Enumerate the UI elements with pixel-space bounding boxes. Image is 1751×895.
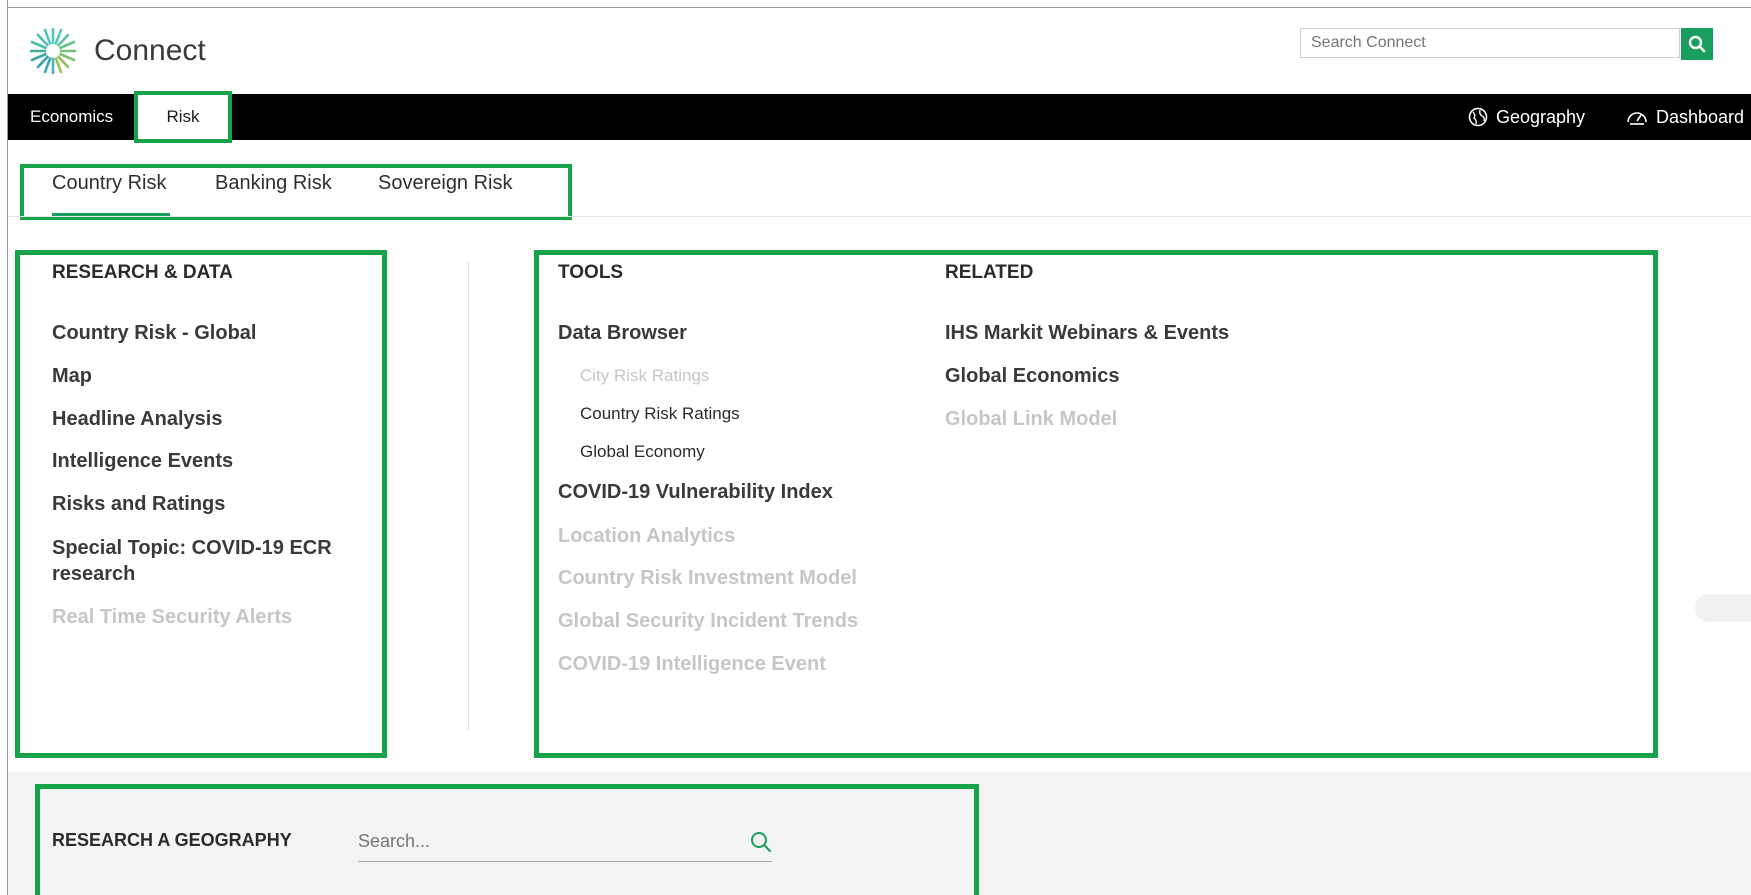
brand-title[interactable]: Connect [94,34,206,68]
link-country-risk-ratings[interactable]: Country Risk Ratings [580,404,740,424]
link-country-risk-investment-model: Country Risk Investment Model [558,567,857,589]
link-covid-intelligence-event: COVID-19 Intelligence Event [558,653,826,675]
link-city-risk-ratings: City Risk Ratings [580,366,710,385]
search-icon [1688,35,1706,53]
globe-icon [1468,107,1488,127]
nav-geography-label: Geography [1496,107,1586,127]
tab-country-risk[interactable]: Country Risk [52,172,166,195]
link-global-security-incident-trends: Global Security Incident Trends [558,610,859,632]
link-ihs-markit-webinars[interactable]: IHS Markit Webinars & Events [945,322,1229,345]
link-global-link-model: Global Link Model [945,408,1118,430]
link-special-topic-covid-line2[interactable]: research [52,563,135,586]
top-navigation: Economics Risk Geography Dashboard [8,91,1751,143]
link-global-economy[interactable]: Global Economy [580,442,705,462]
nav-dashboard-label: Dashboard [1656,107,1745,127]
related-heading: RELATED [945,262,1034,283]
link-intelligence-events[interactable]: Intelligence Events [52,450,233,473]
link-location-analytics: Location Analytics [558,525,736,547]
nav-economics[interactable]: Economics [30,94,113,140]
research-geography-label: RESEARCH A GEOGRAPHY [52,830,292,850]
tab-banking-risk[interactable]: Banking Risk [215,172,332,195]
link-real-time-security-alerts: Real Time Security Alerts [52,606,293,628]
column-separator [468,262,469,730]
dashboard-icon [1627,111,1647,125]
scroll-handle[interactable] [1695,594,1751,622]
link-covid-vulnerability-index[interactable]: COVID-19 Vulnerability Index [558,481,833,504]
link-risks-and-ratings[interactable]: Risks and Ratings [52,493,225,516]
search-button[interactable] [1681,28,1713,60]
link-global-economics[interactable]: Global Economics [945,365,1119,388]
research-data-heading: RESEARCH & DATA [52,262,233,283]
tools-heading: TOOLS [558,262,624,283]
link-special-topic-covid[interactable]: Special Topic: COVID-19 ECR [52,537,332,560]
link-country-risk-global[interactable]: Country Risk - Global [52,322,256,345]
search-icon[interactable] [749,830,773,854]
nav-geography[interactable]: Geography [1468,94,1585,140]
geography-search-input[interactable] [358,822,772,862]
link-headline-analysis[interactable]: Headline Analysis [52,408,222,431]
subtabs-divider [8,216,1751,217]
nav-dashboard[interactable]: Dashboard [1626,94,1744,140]
nav-risk[interactable]: Risk [134,91,232,143]
search-connect-input[interactable] [1300,28,1680,58]
tab-sovereign-risk[interactable]: Sovereign Risk [378,172,513,195]
connect-logo-icon[interactable] [28,26,78,76]
link-data-browser[interactable]: Data Browser [558,322,687,345]
link-map[interactable]: Map [52,365,92,388]
